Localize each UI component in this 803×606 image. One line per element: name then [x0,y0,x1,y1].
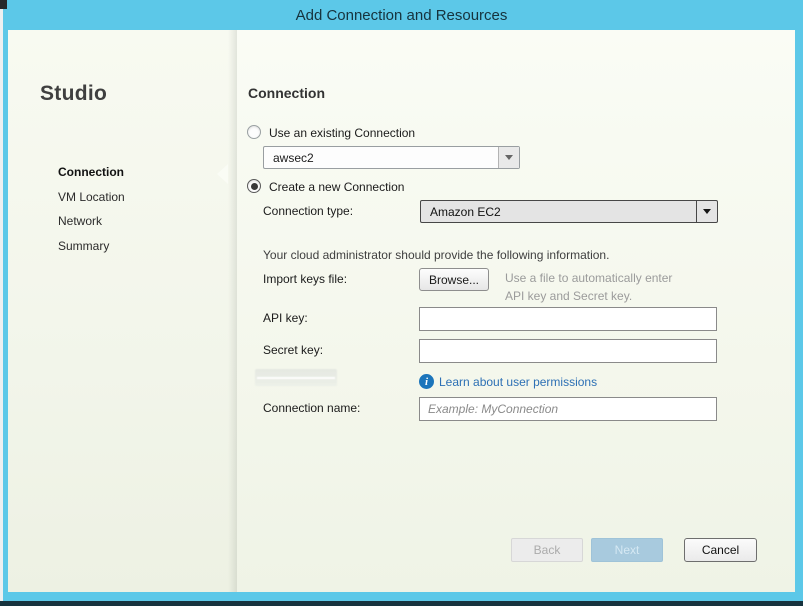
api-key-label: API key: [263,311,308,325]
chevron-down-icon [505,155,513,160]
sidebar-item-vm-location[interactable]: VM Location [58,190,125,204]
active-step-arrow [217,164,228,184]
page-title: Connection [248,85,325,101]
existing-connection-dropdown[interactable]: awsec2 [263,146,520,169]
cancel-button[interactable]: Cancel [684,538,757,562]
sidebar-item-network[interactable]: Network [58,214,102,228]
connection-name-input[interactable] [419,397,717,421]
connection-type-dropdown[interactable]: Amazon EC2 [420,200,718,223]
radio-dot [251,129,258,136]
import-keys-hint-line1: Use a file to automatically enter [505,271,672,285]
window-corner-notch [0,0,7,9]
radio-use-existing-label: Use an existing Connection [269,126,415,140]
connection-type-label: Connection type: [263,204,353,218]
studio-brand: Studio [40,82,107,106]
learn-permissions-link[interactable]: Learn about user permissions [439,375,597,389]
dropdown-arrow-button[interactable] [498,147,519,168]
info-icon: i [419,374,434,389]
connection-name-label: Connection name: [263,401,360,415]
radio-create-new-label: Create a new Connection [269,180,404,194]
window-title: Add Connection and Resources [296,7,508,24]
import-keys-hint-line2: API key and Secret key. [505,289,632,303]
radio-use-existing-connection[interactable] [247,125,261,139]
existing-connection-value: awsec2 [264,151,498,165]
radio-create-new-connection[interactable] [247,179,261,193]
dropdown-arrow-button[interactable] [696,201,717,222]
radio-dot [251,183,258,190]
window-bottom-edge [0,601,803,606]
back-button[interactable]: Back [511,538,583,562]
window-left-edge [0,9,3,601]
wizard-sidebar: Studio Connection VM Location Network Su… [8,30,237,592]
next-button[interactable]: Next [591,538,663,562]
title-bar: Add Connection and Resources [0,0,803,30]
dialog-panel: Studio Connection VM Location Network Su… [8,30,795,592]
sidebar-item-connection[interactable]: Connection [58,165,124,179]
secret-key-label: Secret key: [263,343,323,357]
sidebar-item-summary[interactable]: Summary [58,239,109,253]
import-keys-label: Import keys file: [263,272,347,286]
chevron-down-icon [703,209,711,214]
api-key-input[interactable] [419,307,717,331]
secret-key-input[interactable] [419,339,717,363]
connection-type-value: Amazon EC2 [421,205,696,219]
browse-button[interactable]: Browse... [419,268,489,291]
admin-note: Your cloud administrator should provide … [263,248,609,262]
redacted-label [255,369,337,386]
